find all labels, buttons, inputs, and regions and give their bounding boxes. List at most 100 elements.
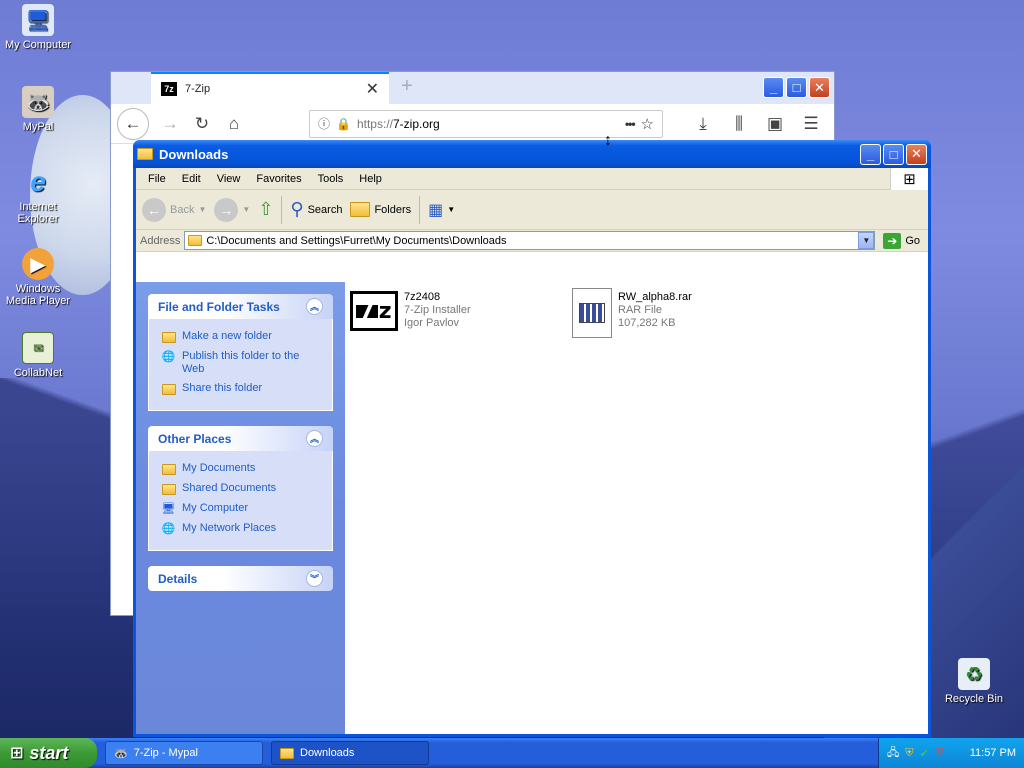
my-computer-icon: 🖥 <box>22 4 54 36</box>
url-text[interactable]: https://7-zip.org <box>357 117 619 131</box>
start-button[interactable]: ⊞ start <box>0 738 97 768</box>
address-path[interactable]: C:\Documents and Settings\Furret\My Docu… <box>206 235 854 247</box>
menu-file[interactable]: File <box>140 173 174 185</box>
share-folder-icon <box>161 382 176 396</box>
place-label: My Documents <box>182 462 256 474</box>
task-label: Publish this folder to the Web <box>182 350 300 375</box>
folder-icon <box>137 148 153 160</box>
collapse-chevron-icon[interactable]: ︽ <box>306 430 323 447</box>
browser-tab-bar: 7z 7-Zip ✕ + _ □ ✕ <box>111 72 834 104</box>
library-icon[interactable]: ⫼ <box>728 114 750 134</box>
taskbar-item-downloads[interactable]: Downloads <box>271 741 429 765</box>
back-button[interactable]: ← Back ▼ <box>142 197 206 222</box>
place-my-network-places[interactable]: 🌐 My Network Places <box>161 522 322 536</box>
browser-nav-bar: ← → ↻ ⌂ ⓘ 🔒 https://7-zip.org ••• ☆ ⤓ ⫼ … <box>111 104 834 144</box>
file-type: RAR File <box>618 304 663 316</box>
home-icon[interactable]: ⌂ <box>223 114 245 134</box>
reload-icon[interactable]: ↻ <box>191 114 213 134</box>
explorer-window[interactable]: Downloads _ □ ✕ File Edit View Favorites… <box>133 140 931 737</box>
place-label: My Computer <box>182 502 249 514</box>
browser-tab[interactable]: 7z 7-Zip ✕ <box>151 72 389 104</box>
close-tab-icon[interactable]: ✕ <box>366 79 379 99</box>
file-folder-tasks-body: Make a new folder 🌐 Publish this folder … <box>148 319 333 411</box>
views-button[interactable]: ▦ ▼ <box>428 200 455 220</box>
menu-favorites[interactable]: Favorites <box>248 173 309 185</box>
task-label: Make a new folder <box>182 330 272 342</box>
place-shared-documents[interactable]: Shared Documents <box>161 482 322 496</box>
menu-bar: File Edit View Favorites Tools Help ⊞ <box>136 167 928 190</box>
minimize-button[interactable]: _ <box>860 143 881 165</box>
folder-icon <box>188 235 203 246</box>
address-input[interactable]: C:\Documents and Settings\Furret\My Docu… <box>184 231 876 250</box>
place-my-computer[interactable]: 🖥 My Computer <box>161 502 322 516</box>
task-make-new-folder[interactable]: Make a new folder <box>161 330 322 344</box>
clock[interactable]: 11:57 PM <box>970 747 1016 759</box>
place-label: My Network Places <box>182 522 277 534</box>
network-icon[interactable]: 🖧 <box>887 744 899 763</box>
back-arrow-icon[interactable]: ← <box>117 107 149 140</box>
other-places-header[interactable]: Other Places ︽ <box>148 426 333 451</box>
taskbar-item-mypal[interactable]: 🦝 7-Zip - Mypal <box>105 741 263 765</box>
folder-icon <box>280 747 294 759</box>
sidebar-icon[interactable]: ▣ <box>764 114 786 134</box>
place-my-documents[interactable]: My Documents <box>161 462 322 476</box>
page-actions-icon[interactable]: ••• <box>625 117 636 131</box>
menu-icon[interactable]: ☰ <box>800 114 822 134</box>
search-button[interactable]: ⚲ Search <box>290 199 342 220</box>
panel-title: Details <box>158 571 198 586</box>
close-button[interactable]: ✕ <box>809 77 830 98</box>
back-label: Back <box>170 203 195 216</box>
windows-logo-icon: ⊞ <box>890 167 928 190</box>
up-button[interactable]: ⇧ <box>258 199 273 220</box>
file-folder-tasks-header[interactable]: File and Folder Tasks ︽ <box>148 294 333 319</box>
close-button[interactable]: ✕ <box>906 143 927 165</box>
menu-edit[interactable]: Edit <box>174 173 209 185</box>
task-label: 7-Zip - Mypal <box>133 747 198 759</box>
media-player-icon: ▶ <box>22 248 54 280</box>
network-icon: 🌐 <box>161 522 176 535</box>
chevron-down-icon[interactable]: ▼ <box>242 205 250 214</box>
info-icon[interactable]: ⓘ <box>318 115 330 132</box>
menu-help[interactable]: Help <box>351 173 390 185</box>
url-host: 7-zip.org <box>393 116 440 131</box>
forward-arrow-icon[interactable]: → <box>159 114 181 134</box>
download-icon[interactable]: ⤓ <box>692 114 714 134</box>
desktop-icon-collabnet[interactable]: ✉ CollabNet <box>0 332 76 379</box>
desktop-icon-my-computer[interactable]: 🖥 My Computer <box>0 4 76 51</box>
window-title: Downloads <box>159 146 229 162</box>
back-arrow-icon: ← <box>142 197 166 222</box>
collapse-chevron-icon[interactable]: ︽ <box>306 298 323 315</box>
menu-view[interactable]: View <box>209 173 249 185</box>
bookmark-star-icon[interactable]: ☆ <box>641 115 654 133</box>
file-item-rw-alpha8[interactable]: RW_alpha8.rar RAR File 107,282 KB <box>572 288 692 338</box>
explorer-content: File and Folder Tasks ︽ Make a new folde… <box>136 282 928 734</box>
maximize-button[interactable]: □ <box>786 77 807 98</box>
security-shield-icon[interactable]: ⛨ <box>905 747 913 760</box>
go-button[interactable]: ➔ Go <box>879 232 924 249</box>
file-item-7z2408[interactable]: 7z 7z2408 7-Zip Installer Igor Pavlov <box>350 291 471 331</box>
search-icon: ⚲ <box>290 199 304 219</box>
maximize-button[interactable]: □ <box>883 143 904 165</box>
new-tab-icon[interactable]: + <box>401 75 413 98</box>
task-publish-web[interactable]: 🌐 Publish this folder to the Web <box>161 350 322 376</box>
task-share-folder[interactable]: Share this folder <box>161 382 322 396</box>
minimize-button[interactable]: _ <box>763 77 784 98</box>
details-header[interactable]: Details ︾ <box>148 566 333 591</box>
desktop-icon-mypal[interactable]: 🦝 MyPal <box>0 86 76 133</box>
chevron-down-icon[interactable]: ▼ <box>447 205 455 214</box>
browser-toolbar-right: ⤓ ⫼ ▣ ☰ <box>692 114 828 134</box>
antivirus-icon[interactable]: ⛨ <box>935 747 943 760</box>
folders-button[interactable]: Folders <box>350 202 411 217</box>
desktop-icon-internet-explorer[interactable]: e Internet Explorer <box>0 166 76 225</box>
expand-chevron-icon[interactable]: ︾ <box>306 570 323 587</box>
explorer-title-bar[interactable]: Downloads _ □ ✕ <box>133 140 931 168</box>
address-dropdown-icon[interactable]: ▼ <box>858 232 875 249</box>
desktop-icon-windows-media-player[interactable]: ▶ Windows Media Player <box>0 248 76 307</box>
chevron-down-icon[interactable]: ▼ <box>198 205 206 214</box>
update-icon[interactable]: ✔ <box>920 747 929 760</box>
desktop-icon-recycle-bin[interactable]: ♻ Recycle Bin <box>936 658 1012 705</box>
start-label: start <box>29 742 69 763</box>
menu-tools[interactable]: Tools <box>310 173 352 185</box>
mypal-icon: 🦝 <box>22 86 54 118</box>
forward-button[interactable]: → ▼ <box>214 197 250 222</box>
